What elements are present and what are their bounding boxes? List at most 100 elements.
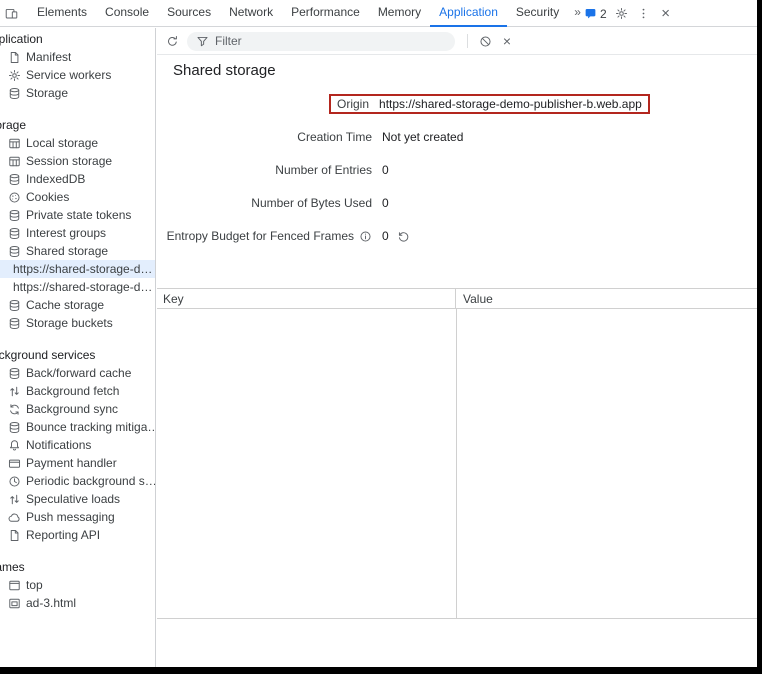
tab-elements[interactable]: Elements [28, 0, 96, 27]
section-title-storage[interactable]: Storage [0, 116, 155, 134]
sidebar-item-label: Storage [26, 86, 68, 100]
sidebar-item-private-state-tokens[interactable]: Private state tokens [0, 206, 155, 224]
metadata-row-origin: Origin https://shared-storage-demo-publi… [157, 94, 757, 114]
sidebar-item-back-forward-cache[interactable]: Back/forward cache [0, 364, 155, 382]
filter-box[interactable] [187, 32, 455, 51]
info-icon[interactable] [359, 230, 372, 243]
sidebar-item-frame-top[interactable]: top [0, 576, 155, 594]
section-title-background-services[interactable]: Background services [0, 346, 155, 364]
kebab-menu-icon [637, 7, 650, 20]
sidebar-item-interest-groups[interactable]: Interest groups [0, 224, 155, 242]
message-count: 2 [600, 7, 607, 21]
tab-memory[interactable]: Memory [369, 0, 430, 27]
table-icon [7, 155, 21, 168]
clock-icon [7, 475, 21, 488]
sidebar-item-notifications[interactable]: Notifications [0, 436, 155, 454]
block-icon [479, 35, 492, 48]
sidebar-item-label: Shared storage [26, 244, 108, 258]
table-header-row: Key Value [157, 288, 757, 309]
devtools-window: Elements Console Sources Network Perform… [0, 0, 757, 667]
database-icon [7, 421, 21, 434]
bell-icon [7, 439, 21, 452]
sidebar-item-push-messaging[interactable]: Push messaging [0, 508, 155, 526]
filter-input[interactable] [215, 34, 446, 48]
sidebar-item-local-storage[interactable]: Local storage [0, 134, 155, 152]
sidebar-item-storage[interactable]: Storage [0, 84, 155, 102]
metadata-row-entropy-budget: Entropy Budget for Fenced Frames 0 [157, 226, 757, 246]
sidebar-item-background-fetch[interactable]: Background fetch [0, 382, 155, 400]
database-icon [7, 173, 21, 186]
console-messages-badge[interactable]: 2 [584, 7, 607, 21]
sidebar-item-cookies[interactable]: Cookies [0, 188, 155, 206]
field-value: 0 [382, 229, 410, 243]
sidebar-item-label: Private state tokens [26, 208, 131, 222]
settings-button[interactable] [611, 1, 633, 27]
sidebar-item-storage-buckets[interactable]: Storage buckets [0, 314, 155, 332]
sidebar-item-label: Background sync [26, 402, 118, 416]
iframe-icon [7, 597, 21, 610]
section-title-frames[interactable]: Frames [0, 558, 155, 576]
field-label: Origin [337, 97, 369, 111]
panel-toolbar: × [157, 28, 757, 55]
sidebar-item-label: top [26, 578, 43, 592]
field-label: Number of Bytes Used [157, 196, 372, 210]
sidebar-item-label: https://shared-storage-d… [13, 262, 152, 276]
sidebar-item-periodic-background-sync[interactable]: Periodic background s… [0, 472, 155, 490]
delete-selected-button[interactable]: × [496, 28, 518, 54]
page-title: Shared storage [173, 62, 276, 79]
sidebar-item-shared-storage-origin-1[interactable]: https://shared-storage-d… [0, 260, 155, 278]
sidebar-item-label: IndexedDB [26, 172, 85, 186]
toggle-device-toolbar-button[interactable] [0, 0, 22, 26]
frame-icon [7, 579, 21, 592]
database-icon [7, 317, 21, 330]
refresh-button[interactable] [161, 28, 183, 54]
annotation-highlight-box: Origin https://shared-storage-demo-publi… [329, 94, 650, 114]
sidebar-item-service-workers[interactable]: Service workers [0, 66, 155, 84]
sidebar-item-shared-storage-origin-2[interactable]: https://shared-storage-d… [0, 278, 155, 296]
more-options-button[interactable] [633, 1, 655, 27]
clear-all-button[interactable] [474, 28, 496, 54]
sidebar-item-label: Push messaging [26, 510, 115, 524]
sidebar-item-bounce-tracking-mitigations[interactable]: Bounce tracking mitiga… [0, 418, 155, 436]
database-icon [7, 367, 21, 380]
tab-performance[interactable]: Performance [282, 0, 369, 27]
cloud-icon [7, 511, 21, 524]
tab-application[interactable]: Application [430, 0, 507, 27]
tab-strip: Elements Console Sources Network Perform… [28, 0, 587, 27]
tab-sources[interactable]: Sources [158, 0, 220, 27]
reset-budget-button[interactable] [397, 230, 410, 243]
sidebar-item-frame-ad-3[interactable]: ad-3.html [0, 594, 155, 612]
database-icon [7, 245, 21, 258]
close-devtools-button[interactable]: × [655, 1, 677, 27]
sidebar-item-label: Back/forward cache [26, 366, 131, 380]
sidebar-item-payment-handler[interactable]: Payment handler [0, 454, 155, 472]
field-label-text: Entropy Budget for Fenced Frames [167, 229, 354, 243]
sidebar-item-label: https://shared-storage-d… [13, 280, 152, 294]
tab-network[interactable]: Network [220, 0, 282, 27]
sidebar-item-speculative-loads[interactable]: Speculative loads [0, 490, 155, 508]
sidebar-item-cache-storage[interactable]: Cache storage [0, 296, 155, 314]
sidebar-item-label: Periodic background s… [26, 474, 155, 488]
gear-icon [7, 69, 21, 82]
column-header-key: Key [157, 289, 456, 308]
tab-console[interactable]: Console [96, 0, 158, 27]
sidebar-item-label: Storage buckets [26, 316, 113, 330]
refresh-icon [166, 35, 179, 48]
field-label: Number of Entries [157, 163, 372, 177]
sidebar-item-reporting-api[interactable]: Reporting API [0, 526, 155, 544]
sidebar-item-manifest[interactable]: Manifest [0, 48, 155, 66]
sidebar-item-background-sync[interactable]: Background sync [0, 400, 155, 418]
tab-security[interactable]: Security [507, 0, 568, 27]
database-icon [7, 87, 21, 100]
document-icon [7, 51, 21, 64]
sidebar-item-label: Session storage [26, 154, 112, 168]
sidebar-item-indexeddb[interactable]: IndexedDB [0, 170, 155, 188]
sidebar-item-label: Reporting API [26, 528, 100, 542]
section-title-application[interactable]: Application [0, 30, 155, 48]
sidebar-item-session-storage[interactable]: Session storage [0, 152, 155, 170]
database-icon [7, 227, 21, 240]
sidebar-item-label: Bounce tracking mitiga… [26, 420, 155, 434]
arrows-up-down-icon [7, 493, 21, 506]
toolbar-divider [467, 34, 468, 48]
sidebar-item-shared-storage[interactable]: Shared storage [0, 242, 155, 260]
